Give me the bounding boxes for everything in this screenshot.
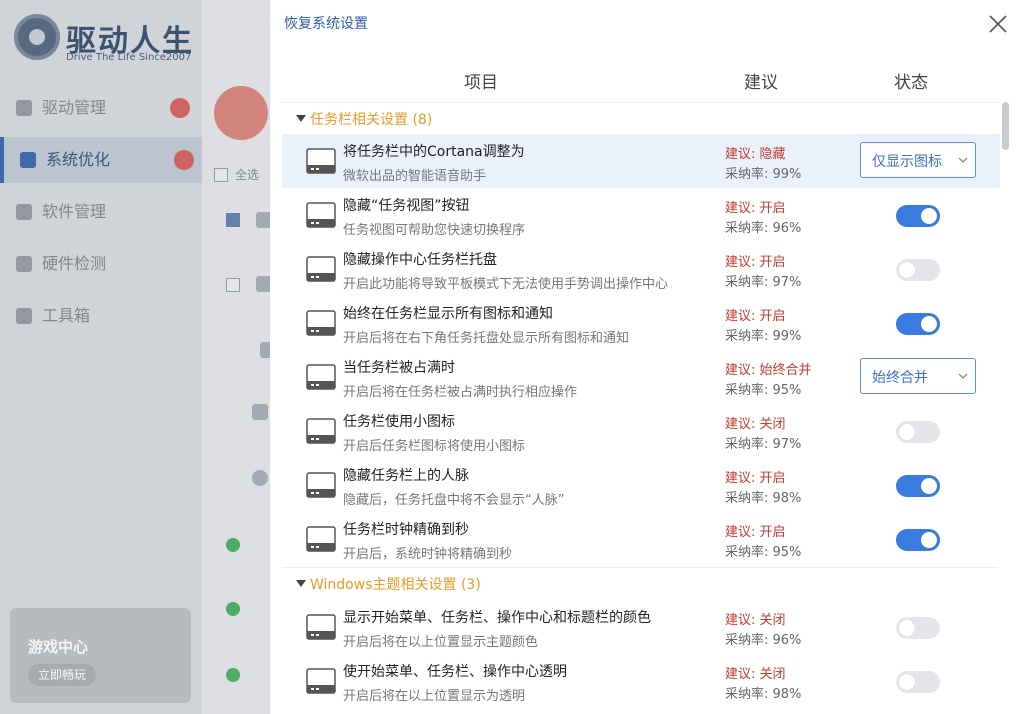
setting-desc: 开启后将在右下角任务托盘处显示所有图标和通知	[343, 331, 630, 346]
suggestion: 建议: 隐藏	[725, 147, 786, 162]
adoption-rate: 采纳率: 96%	[725, 221, 802, 236]
setting-desc: 开启后将在以上位置显示主题颜色	[343, 635, 539, 650]
chevron-down-icon	[958, 157, 968, 163]
adoption-rate: 采纳率: 96%	[725, 633, 802, 648]
setting-desc: 开启后，系统时钟将精确到秒	[343, 547, 513, 562]
setting-title: 隐藏操作中心任务栏托盘	[343, 252, 497, 268]
adoption-rate: 采纳率: 98%	[725, 491, 802, 506]
toggle-switch[interactable]	[896, 205, 940, 227]
close-icon	[989, 15, 1007, 33]
suggestion: 建议: 开启	[725, 255, 786, 270]
setting-title: 隐藏“任务视图”按钮	[343, 198, 470, 214]
header-item: 项目	[464, 73, 498, 93]
taskbar-icon	[306, 472, 336, 498]
setting-title: 始终在任务栏显示所有图标和通知	[343, 306, 553, 322]
setting-row: 使开始菜单、任务栏、操作中心透明 开启后将在以上位置显示为透明 建议: 关闭 采…	[282, 654, 1000, 708]
toggle-switch[interactable]	[896, 671, 940, 693]
setting-desc: 微软出品的智能语音助手	[343, 169, 487, 184]
suggestion: 建议: 开启	[725, 471, 786, 486]
setting-desc: 隐藏后，任务托盘中将不会显示“人脉”	[343, 493, 565, 508]
adoption-rate: 采纳率: 97%	[725, 437, 802, 452]
setting-title: 任务栏使用小图标	[343, 414, 455, 430]
setting-desc: 任务视图可帮助您快速切换程序	[343, 223, 526, 238]
adoption-rate: 采纳率: 98%	[725, 687, 802, 702]
close-button[interactable]	[986, 12, 1010, 36]
setting-title: 使开始菜单、任务栏、操作中心透明	[343, 664, 567, 680]
suggestion: 建议: 关闭	[725, 667, 786, 682]
suggestion: 建议: 关闭	[725, 613, 786, 628]
restore-settings-panel: 恢复系统设置 项目 建议 状态 任务栏相关设置 (8) 将任务栏中的Cortan…	[270, 0, 1021, 714]
taskbar-full-select[interactable]: 始终合并	[860, 358, 976, 394]
group-title: 任务栏相关设置 (8)	[310, 112, 433, 128]
toggle-switch[interactable]	[896, 529, 940, 551]
adoption-rate: 采纳率: 95%	[725, 383, 802, 398]
toggle-switch[interactable]	[896, 313, 940, 335]
setting-row: 隐藏操作中心任务栏托盘 开启此功能将导致平板模式下无法使用手势调出操作中心 建议…	[282, 242, 1000, 296]
taskbar-icon	[306, 310, 336, 336]
adoption-rate: 采纳率: 99%	[725, 329, 802, 344]
taskbar-icon	[306, 256, 336, 282]
taskbar-icon	[306, 614, 336, 640]
setting-row: 显示开始菜单、任务栏、操作中心和标题栏的颜色 开启后将在以上位置显示主题颜色 建…	[282, 600, 1000, 654]
suggestion: 建议: 开启	[725, 525, 786, 540]
header-suggest: 建议	[744, 73, 778, 93]
taskbar-icon	[306, 148, 336, 174]
group-header-theme[interactable]: Windows主题相关设置 (3)	[282, 567, 998, 599]
collapse-triangle-icon	[296, 580, 306, 587]
setting-desc: 开启此功能将导致平板模式下无法使用手势调出操作中心	[343, 277, 669, 292]
chevron-down-icon	[958, 373, 968, 379]
adoption-rate: 采纳率: 99%	[725, 167, 802, 182]
taskbar-icon	[306, 364, 336, 390]
setting-row: 隐藏“任务视图”按钮 任务视图可帮助您快速切换程序 建议: 开启 采纳率: 96…	[282, 188, 1000, 242]
select-value: 仅显示图标	[872, 154, 942, 170]
toggle-switch[interactable]	[896, 259, 940, 281]
group-title: Windows主题相关设置 (3)	[310, 577, 481, 593]
select-value: 始终合并	[872, 370, 928, 386]
taskbar-icon	[306, 668, 336, 694]
setting-row: 隐藏任务栏上的人脉 隐藏后，任务托盘中将不会显示“人脉” 建议: 开启 采纳率:…	[282, 458, 1000, 512]
setting-title: 将任务栏中的Cortana调整为	[343, 144, 525, 160]
setting-row: 任务栏时钟精确到秒 开启后，系统时钟将精确到秒 建议: 开启 采纳率: 95%	[282, 512, 1000, 566]
taskbar-icon	[306, 418, 336, 444]
collapse-triangle-icon	[296, 115, 306, 122]
suggestion: 建议: 关闭	[725, 417, 786, 432]
adoption-rate: 采纳率: 97%	[725, 275, 802, 290]
toggle-switch[interactable]	[896, 475, 940, 497]
scrollbar[interactable]	[1002, 102, 1009, 150]
toggle-switch[interactable]	[896, 421, 940, 443]
setting-desc: 开启后任务栏图标将使用小图标	[343, 439, 526, 454]
suggestion: 建议: 开启	[725, 309, 786, 324]
setting-title: 显示开始菜单、任务栏、操作中心和标题栏的颜色	[343, 610, 651, 626]
cortana-select[interactable]: 仅显示图标	[860, 142, 976, 178]
setting-row: 当任务栏被占满时 开启后将在任务栏被占满时执行相应操作 建议: 始终合并 采纳率…	[282, 350, 1000, 404]
setting-row: 任务栏使用小图标 开启后任务栏图标将使用小图标 建议: 关闭 采纳率: 97%	[282, 404, 1000, 458]
suggestion: 建议: 开启	[725, 201, 786, 216]
setting-title: 隐藏任务栏上的人脉	[343, 468, 469, 484]
adoption-rate: 采纳率: 95%	[725, 545, 802, 560]
setting-row: 始终在任务栏显示所有图标和通知 开启后将在右下角任务托盘处显示所有图标和通知 建…	[282, 296, 1000, 350]
setting-title: 当任务栏被占满时	[343, 360, 455, 376]
setting-desc: 开启后将在任务栏被占满时执行相应操作	[343, 385, 578, 400]
toggle-switch[interactable]	[896, 617, 940, 639]
setting-title: 任务栏时钟精确到秒	[343, 522, 469, 538]
taskbar-icon	[306, 526, 336, 552]
group-header-taskbar[interactable]: 任务栏相关设置 (8)	[282, 102, 998, 134]
setting-desc: 开启后将在以上位置显示为透明	[343, 689, 526, 704]
panel-title: 恢复系统设置	[284, 16, 368, 32]
suggestion: 建议: 始终合并	[725, 363, 812, 378]
setting-row: 将任务栏中的Cortana调整为 微软出品的智能语音助手 建议: 隐藏 采纳率:…	[282, 134, 1000, 188]
taskbar-icon	[306, 202, 336, 228]
header-status: 状态	[894, 73, 928, 93]
